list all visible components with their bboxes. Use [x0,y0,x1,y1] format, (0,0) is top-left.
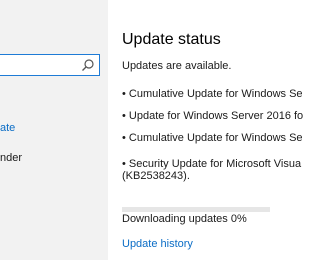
sidebar-item-windows-update[interactable]: ate [0,122,15,134]
sidebar: ate nder [0,0,108,260]
main-content: Update status Updates are available. • C… [122,0,303,260]
status-text: Updates are available. [122,60,232,72]
page-title: Update status [122,31,221,48]
search-input[interactable] [0,54,100,76]
download-progress-bar [122,207,270,212]
update-item: • Security Update for Microsoft Visua [122,158,302,170]
update-history-link[interactable]: Update history [122,238,193,250]
update-item: • Cumulative Update for Windows Se [122,88,303,100]
update-item: • Cumulative Update for Windows Se [122,132,303,144]
update-item-continued: (KB2538243). [122,170,190,182]
search-icon[interactable] [81,58,95,72]
sidebar-item-windows-defender[interactable]: nder [0,152,22,164]
update-item: • Update for Windows Server 2016 fo [122,110,304,122]
download-status-text: Downloading updates 0% [122,213,247,225]
